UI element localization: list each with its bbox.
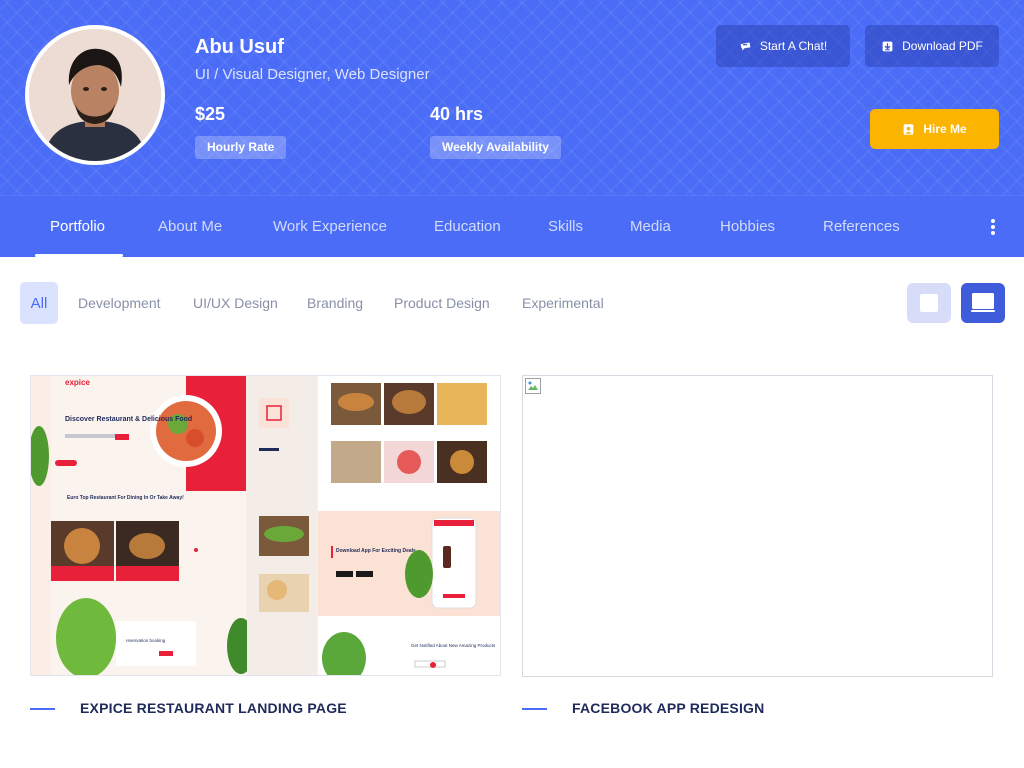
download-pdf-label: Download PDF — [902, 39, 983, 53]
tab-hobbies[interactable]: Hobbies — [720, 218, 775, 235]
filter-all[interactable]: All — [20, 282, 58, 324]
tab-portfolio[interactable]: Portfolio — [50, 218, 105, 235]
mockup-app-heading: Download App For Exciting Deals — [336, 548, 416, 554]
mockup-reservation: reservation booking — [126, 638, 166, 643]
hire-me-button[interactable]: Hire Me — [870, 109, 999, 149]
project-title-accent — [30, 708, 55, 710]
tab-education[interactable]: Education — [434, 218, 501, 235]
filter-product-design[interactable]: Product Design — [394, 295, 490, 311]
project-title-accent — [522, 708, 547, 710]
tab-references[interactable]: References — [823, 218, 900, 235]
hourly-rate-value: $25 — [195, 104, 226, 124]
more-options-icon[interactable] — [986, 219, 1000, 235]
chat-icon — [740, 41, 751, 51]
mockup-newsletter: Get Notified About New Amazing Products — [411, 643, 496, 648]
monitor-icon — [971, 293, 995, 312]
project-title-expice[interactable]: EXPICE RESTAURANT LANDING PAGE — [80, 700, 347, 716]
tab-media[interactable]: Media — [630, 218, 671, 235]
grid-view-button[interactable] — [907, 283, 951, 323]
mockup-brand: expice — [65, 378, 90, 387]
start-chat-label: Start A Chat! — [759, 39, 828, 53]
project-thumbnail-expice[interactable]: expice Discover Restaurant & Delicious F… — [30, 375, 501, 676]
download-pdf-button[interactable]: Download PDF — [865, 25, 999, 67]
availability-badge: Weekly Availability — [430, 136, 561, 159]
user-badge-icon — [903, 123, 914, 135]
mockup-section-heading: Euro Top Restaurant For Dining In Or Tak… — [67, 495, 184, 501]
active-tab-indicator — [35, 254, 123, 257]
project-thumbnail-facebook[interactable] — [522, 375, 993, 677]
profile-title: UI / Visual Designer, Web Designer — [195, 66, 430, 83]
hire-me-label: Hire Me — [923, 122, 967, 136]
expice-mockup: expice Discover Restaurant & Delicious F… — [31, 376, 500, 675]
tab-about-me[interactable]: About Me — [158, 218, 222, 235]
filter-experimental[interactable]: Experimental — [522, 295, 604, 311]
list-view-button[interactable] — [961, 283, 1005, 323]
profile-name: Abu Usuf — [195, 36, 284, 58]
grid-view-icon — [920, 294, 938, 312]
profile-nav: Portfolio About Me Work Experience Educa… — [0, 195, 1024, 257]
tab-work-experience[interactable]: Work Experience — [273, 218, 387, 235]
profile-header: Abu Usuf UI / Visual Designer, Web Desig… — [0, 0, 1024, 195]
broken-image-icon — [525, 378, 541, 394]
download-icon — [882, 41, 893, 51]
filter-ui-ux-design[interactable]: UI/UX Design — [193, 295, 278, 311]
filter-branding[interactable]: Branding — [307, 295, 363, 311]
avatar — [25, 25, 165, 165]
tab-skills[interactable]: Skills — [548, 218, 583, 235]
start-chat-button[interactable]: Start A Chat! — [716, 25, 850, 67]
avatar-portrait — [29, 29, 161, 161]
filter-development[interactable]: Development — [78, 295, 161, 311]
project-title-facebook[interactable]: FACEBOOK APP REDESIGN — [572, 700, 764, 716]
mockup-hero-heading: Discover Restaurant & Delicious Food — [65, 416, 192, 423]
hourly-rate-badge: Hourly Rate — [195, 136, 287, 159]
availability-value: 40 hrs — [430, 104, 484, 124]
